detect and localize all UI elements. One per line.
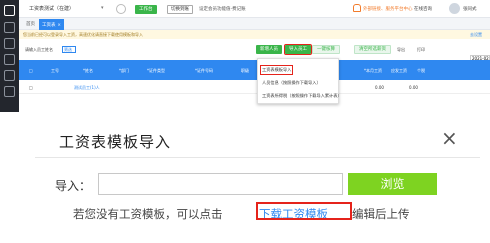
banner-link[interactable]: 去设置 bbox=[470, 32, 482, 38]
user-name[interactable]: 张同式 bbox=[463, 6, 477, 12]
import-button[interactable]: 导入员工 bbox=[284, 44, 312, 55]
menu-item-template-import[interactable]: 工资表模板导入 bbox=[259, 65, 294, 75]
search-input[interactable]: 请输入员工姓名 bbox=[25, 47, 53, 53]
top-hint: 设定会员功能值-费记账 bbox=[199, 7, 246, 12]
clear-button[interactable]: 清空所选薪资 bbox=[354, 45, 391, 54]
menu-item-tax-import[interactable]: 工资表所得税（按照操作下载导入累计表） bbox=[262, 93, 342, 99]
browse-button[interactable]: 浏览 bbox=[348, 173, 437, 195]
hint-text: 若您没有工资模板，可以点击 bbox=[73, 207, 223, 221]
highlight-box bbox=[256, 202, 352, 220]
col-header[interactable]: *证件号码 bbox=[195, 68, 213, 74]
col-header[interactable]: 应发工资 bbox=[391, 68, 407, 74]
cell-value: 0.00 bbox=[409, 85, 418, 90]
table-row[interactable]: □ 测试员工(1)人 0.00 0.00 bbox=[19, 80, 490, 94]
topbar: 工资表测试（在建） ▾ 工作台 切换到账 设定会员功能值-费记账 外部链接、服务… bbox=[19, 0, 490, 18]
user-icon[interactable] bbox=[4, 22, 15, 33]
avatar[interactable] bbox=[449, 3, 460, 14]
toolbar: 请输入员工姓名 筛选 新增人员 导入员工 一键核算 清空所选薪资 导出 打印 bbox=[19, 42, 490, 58]
list-icon[interactable] bbox=[4, 38, 15, 49]
col-header[interactable]: *部门 bbox=[119, 68, 129, 74]
print-link[interactable]: 打印 bbox=[417, 47, 425, 53]
refresh-icon[interactable] bbox=[116, 4, 126, 14]
close-icon[interactable]: × bbox=[441, 128, 458, 148]
tab-home[interactable]: 首页 bbox=[23, 19, 38, 30]
switch-account-button[interactable]: 切换到账 bbox=[167, 5, 193, 14]
select-all-checkbox[interactable]: □ bbox=[29, 68, 33, 73]
workbench-button[interactable]: 工作台 bbox=[135, 5, 157, 14]
add-person-button[interactable]: 新增人员 bbox=[256, 45, 282, 54]
col-header[interactable]: *本月工资 bbox=[364, 68, 382, 74]
notice-link[interactable]: 外部链接、服务平台中心 bbox=[363, 6, 413, 12]
sidebar bbox=[0, 0, 19, 112]
calc-button[interactable]: 一键核算 bbox=[312, 45, 340, 54]
employee-name[interactable]: 测试员工(1)人 bbox=[74, 85, 100, 91]
col-header[interactable]: *证件类型 bbox=[147, 68, 165, 74]
grid-header: □ 工号 *姓名 *部门 *证件类型 *证件号码 职级 *本月工资 应发工资 个… bbox=[19, 60, 490, 80]
tab-payroll-label: 工资表 bbox=[42, 23, 56, 28]
notice-banner: 您当前已经可以登录导入工资，高速优化请直接下载使用模板和导入 去设置 bbox=[19, 30, 490, 39]
cell-value: 0.00 bbox=[375, 85, 384, 90]
money-icon[interactable] bbox=[4, 54, 15, 65]
tab-bar: 首页 工资表 × bbox=[19, 18, 490, 30]
import-label: 导入： bbox=[55, 179, 92, 193]
filter-button[interactable]: 筛选 bbox=[62, 46, 76, 53]
col-header[interactable]: 工号 bbox=[51, 68, 59, 74]
close-icon[interactable]: × bbox=[58, 22, 61, 27]
file-path-input[interactable] bbox=[98, 173, 343, 195]
import-menu: 工资表模板导入 人员信息（按照操作下载导入） 工资表所得税（按照操作下载导入累计… bbox=[257, 58, 342, 104]
col-header[interactable]: *姓名 bbox=[83, 68, 93, 74]
row-checkbox[interactable]: □ bbox=[29, 85, 33, 90]
tab-payroll[interactable]: 工资表 × bbox=[39, 19, 64, 30]
menu-item-person-import[interactable]: 人员信息（按照操作下载导入） bbox=[262, 80, 321, 86]
app-title[interactable]: 工资表测试（在建） bbox=[29, 5, 74, 12]
hint-suffix: 编辑后上传 bbox=[352, 207, 410, 221]
screenshot: 工资表测试（在建） ▾ 工作台 切换到账 设定会员功能值-费记账 外部链接、服务… bbox=[0, 0, 490, 243]
bell-icon[interactable] bbox=[353, 4, 361, 12]
chevron-down-icon[interactable]: ▾ bbox=[101, 5, 104, 11]
report-icon[interactable] bbox=[4, 70, 15, 81]
export-link[interactable]: 导出 bbox=[397, 47, 405, 53]
dialog-title: 工资表模板导入 bbox=[59, 133, 172, 151]
banner-text: 您当前已经可以登录导入工资，高速优化请直接下载使用模板和导入 bbox=[23, 32, 143, 37]
divider bbox=[35, 157, 480, 158]
home-icon[interactable] bbox=[4, 5, 15, 16]
help-link[interactable]: 在线咨询 bbox=[414, 6, 432, 12]
col-header[interactable]: 个税 bbox=[417, 68, 425, 74]
col-header[interactable]: 职级 bbox=[241, 68, 249, 74]
settings-icon[interactable] bbox=[4, 86, 15, 97]
